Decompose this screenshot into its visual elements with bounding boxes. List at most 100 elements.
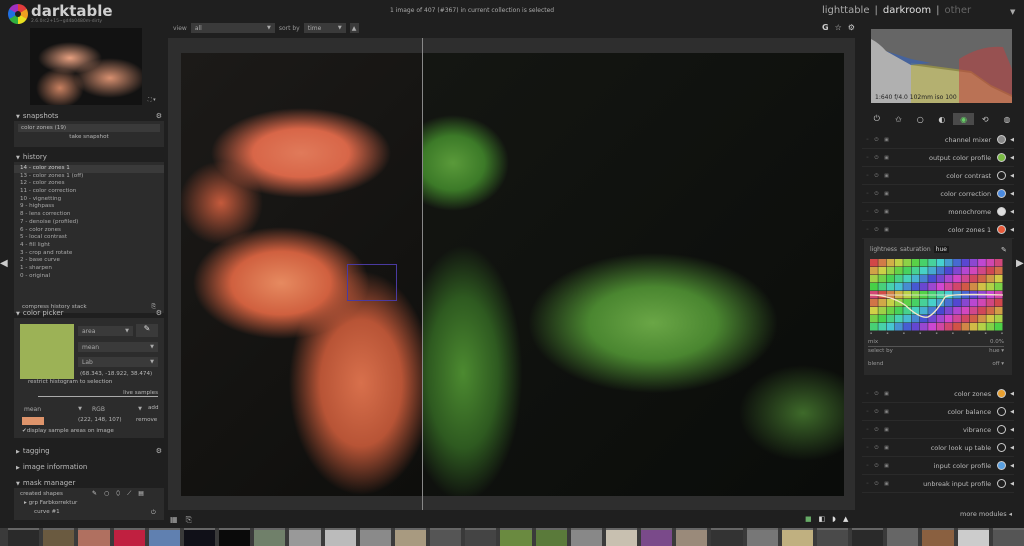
color-picker-header[interactable]: ▼ color picker ⚙ <box>12 307 166 318</box>
module-controls-icon[interactable]: ◦ ⏻ ▣ <box>862 445 892 451</box>
module-controls-icon[interactable]: ◦ ⏻ ▣ <box>862 427 892 433</box>
split-view-handle[interactable] <box>422 38 423 510</box>
view-dropdown-icon[interactable]: ▼ <box>1010 8 1015 16</box>
history-item[interactable]: 13 - color zones 1 (off) <box>14 173 164 181</box>
group-tone-icon[interactable]: ◐ <box>931 113 953 125</box>
history-item[interactable]: 2 - base curve <box>14 257 164 265</box>
collapse-left-panel-icon[interactable]: ◀ <box>0 258 8 269</box>
history-item[interactable]: 11 - color correction <box>14 188 164 196</box>
display-sample-areas-checkbox[interactable]: ✔display sample areas on image <box>22 428 114 434</box>
group-effect-icon[interactable]: ◍ <box>996 113 1018 125</box>
color-zones-picker-icon[interactable]: ✎ <box>1001 246 1007 254</box>
history-item[interactable]: 1 - sharpen <box>14 265 164 273</box>
filmstrip-thumbnail[interactable] <box>465 528 497 546</box>
tab-lightness[interactable]: lightness <box>870 246 897 253</box>
gear-icon[interactable]: ⚙ <box>848 23 855 32</box>
history-item[interactable]: 0 - original <box>14 273 164 281</box>
filmstrip-thumbnail[interactable] <box>570 528 602 546</box>
sort-direction-button[interactable]: ▲ <box>349 23 359 33</box>
module-controls-icon[interactable]: ◦ ⏻ ▣ <box>862 137 892 143</box>
filmstrip-thumbnail[interactable] <box>183 528 216 546</box>
module-controls-icon[interactable]: ◦ ⏻ ▣ <box>862 391 892 397</box>
collapse-right-panel-icon[interactable]: ▶ <box>1016 258 1024 269</box>
module-row[interactable]: ◦ ⏻ ▣ vibrance ◀ <box>862 421 1014 439</box>
mix-slider-track[interactable] <box>868 346 1004 347</box>
expand-module-icon[interactable]: ◀ <box>1010 391 1014 397</box>
group-color-icon[interactable]: ◉ <box>952 113 975 125</box>
module-row[interactable]: ◦ ⏻ ▣ output color profile ◀ <box>862 149 1014 167</box>
color-zones-curve[interactable] <box>870 259 1003 331</box>
module-controls-icon[interactable]: ◦ ⏻ ▣ <box>862 409 892 415</box>
add-sample-button[interactable]: add <box>148 405 159 411</box>
softproof-icon[interactable]: ■ <box>805 515 812 523</box>
filmstrip-thumbnail[interactable] <box>254 528 286 546</box>
history-item[interactable]: 9 - highpass <box>14 203 164 211</box>
view-lighttable[interactable]: lighttable <box>822 5 870 16</box>
sample-space-select[interactable]: RGB ▼ <box>88 404 146 414</box>
expand-module-icon[interactable]: ◀ <box>1010 481 1014 487</box>
styles-icon[interactable]: ⎘ <box>186 515 192 525</box>
power-icon[interactable]: ⏻ <box>151 509 156 517</box>
module-row[interactable]: ◦ ⏻ ▣ color look up table ◀ <box>862 439 1014 457</box>
mask-group-item[interactable]: ▸ grp Farbkorrektur <box>24 500 77 506</box>
expand-module-icon[interactable]: ◀ <box>1010 409 1014 415</box>
group-correct-icon[interactable]: ⟲ <box>974 113 996 125</box>
circle-icon[interactable]: ○ <box>104 490 109 498</box>
history-item[interactable]: 3 - crop and rotate <box>14 250 164 258</box>
filmstrip-thumbnail[interactable] <box>430 528 462 546</box>
history-item[interactable]: 8 - lens correction <box>14 211 164 219</box>
expand-module-icon[interactable]: ◀ <box>1010 137 1014 143</box>
blend-row[interactable]: blend off ▾ <box>868 361 1004 367</box>
filmstrip-thumbnail[interactable] <box>43 528 75 546</box>
history-item[interactable]: 5 - local contrast <box>14 234 164 242</box>
brush-icon[interactable]: ✎ <box>92 490 97 498</box>
history-item[interactable]: 14 - color zones 1 <box>14 165 164 173</box>
sample-color-swatch[interactable] <box>22 417 44 425</box>
star-icon[interactable]: ☆ <box>835 23 842 32</box>
tab-saturation[interactable]: saturation <box>900 246 931 253</box>
expand-module-icon[interactable]: ◀ <box>1010 463 1014 469</box>
tab-hue[interactable]: hue <box>933 246 949 253</box>
history-header[interactable]: ▼ history <box>12 151 166 162</box>
view-other[interactable]: other <box>945 5 972 16</box>
filmstrip-thumbnail[interactable] <box>535 528 567 546</box>
module-row[interactable]: ◦ ⏻ ▣ unbreak input profile ◀ <box>862 475 1014 493</box>
history-item[interactable]: 6 - color zones <box>14 227 164 235</box>
filmstrip-thumbnail[interactable] <box>816 528 849 546</box>
expand-module-icon[interactable]: ◀ <box>1010 227 1014 233</box>
filmstrip-thumbnail[interactable] <box>78 528 110 546</box>
module-controls-icon[interactable]: ◦ ⏻ ▣ <box>862 481 892 487</box>
sample-stat-select[interactable]: mean ▼ <box>20 404 86 414</box>
filmstrip-thumbnail[interactable] <box>605 528 638 546</box>
module-controls-icon[interactable]: ◦ ⏻ ▣ <box>862 155 892 161</box>
module-row[interactable]: ◦ ⏻ ▣ input color profile ◀ <box>862 457 1014 475</box>
module-controls-icon[interactable]: ◦ ⏻ ▣ <box>862 463 892 469</box>
view-select[interactable]: all ▼ <box>190 23 275 33</box>
filmstrip-thumbnail[interactable] <box>219 528 251 546</box>
restrict-histogram-toggle[interactable]: restrict histogram to selection <box>28 379 112 385</box>
filmstrip-thumbnail[interactable] <box>746 528 778 546</box>
history-item[interactable]: 10 - vignetting <box>14 196 164 204</box>
filmstrip-thumbnail[interactable] <box>289 528 321 546</box>
more-modules-button[interactable]: more modules ◂ <box>960 510 1012 518</box>
module-controls-icon[interactable]: ◦ ⏻ ▣ <box>862 227 892 233</box>
picker-space-select[interactable]: Lab ▼ <box>78 357 158 367</box>
snapshot-item[interactable]: color zones (19) <box>18 124 160 132</box>
filmstrip-thumbnail[interactable] <box>394 528 427 546</box>
history-item[interactable]: 12 - color zones <box>14 180 164 188</box>
expand-module-icon[interactable]: ◀ <box>1010 173 1014 179</box>
path-icon[interactable]: ⟋ <box>127 490 131 498</box>
filmstrip-thumbnail[interactable] <box>922 528 954 546</box>
image-information-header[interactable]: ▶ image information <box>12 461 166 472</box>
snapshots-header[interactable]: ▼ snapshots ⚙ <box>12 110 166 121</box>
expand-module-icon[interactable]: ◀ <box>1010 155 1014 161</box>
gradient-icon[interactable]: ▤ <box>138 490 144 498</box>
expand-module-icon[interactable]: ◀ <box>1010 191 1014 197</box>
filmstrip-thumbnail[interactable] <box>852 528 884 546</box>
mix-slider[interactable]: mix 0.0% <box>868 339 1004 345</box>
mask-manager-header[interactable]: ▼ mask manager <box>12 477 166 488</box>
filmstrip-thumbnail[interactable] <box>711 528 743 546</box>
quick-access-icon[interactable]: ▦ <box>170 515 178 525</box>
filmstrip-thumbnail[interactable] <box>676 528 708 546</box>
preset-icon[interactable]: ⚙ <box>156 112 162 120</box>
